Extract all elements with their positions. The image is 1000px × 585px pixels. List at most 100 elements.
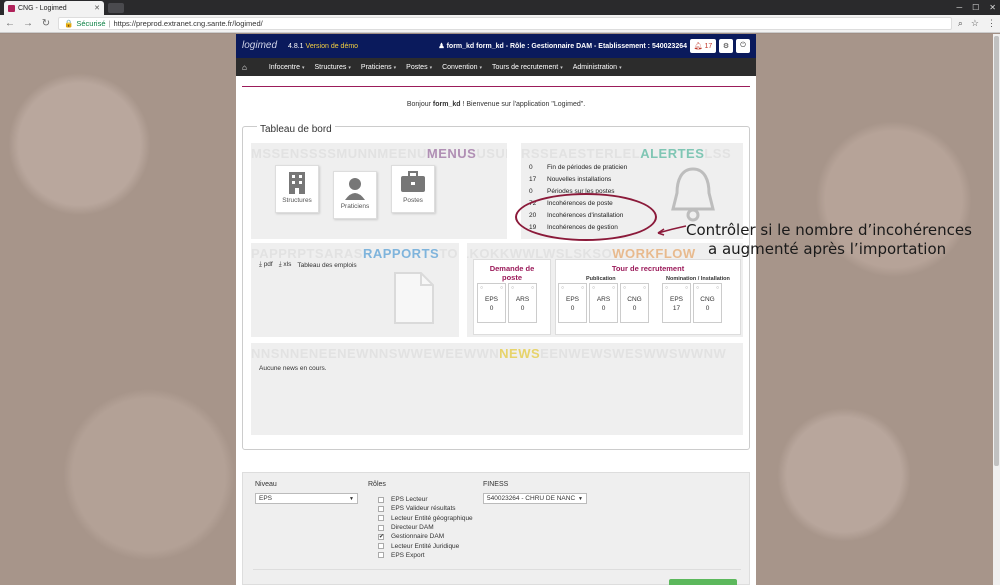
main-menu: ⌂ Infocentre ▾ Structures ▾ Praticiens ▾ Po… bbox=[236, 58, 756, 76]
alerts-button[interactable]: 🔔︎ 17 bbox=[690, 39, 716, 53]
browser-tabbar: CNG - Logimed ✕ ─ ☐ ✕ bbox=[0, 0, 1000, 15]
role-checkbox[interactable]: Directeur DAM bbox=[378, 523, 473, 532]
bookmark-star-icon[interactable]: ☆ bbox=[971, 18, 979, 29]
chevron-down-icon: ▼ bbox=[578, 495, 583, 502]
close-window-icon[interactable]: ✕ bbox=[989, 3, 996, 12]
dashboard-title: Tableau de bord bbox=[257, 124, 335, 135]
back-icon[interactable]: ← bbox=[4, 18, 16, 29]
counter-publication-cng[interactable]: ○ ○ CNG 0 bbox=[620, 283, 649, 323]
url-input[interactable]: 🔒 Sécurisé | https://preprod.extranet.cn… bbox=[58, 17, 952, 30]
annotation-text: Contrôler si le nombre d’incohérences a … bbox=[686, 221, 972, 258]
welcome-user: form_kd bbox=[432, 101, 461, 108]
download-icon: ⤓ bbox=[259, 261, 262, 268]
profile-filter-panel: Niveau EPS ▼ Rôles EPS Lecteur EPS Valide… bbox=[242, 472, 750, 585]
browser-tab[interactable]: CNG - Logimed ✕ bbox=[4, 1, 104, 15]
finess-label: FINESS bbox=[483, 481, 509, 488]
tab-title: CNG - Logimed bbox=[18, 4, 67, 12]
pdf-download[interactable]: ⤓ pdf bbox=[259, 261, 273, 269]
checkbox bbox=[378, 552, 384, 559]
counter-demande-eps[interactable]: ○ ○ EPS 0 bbox=[477, 283, 506, 323]
alert-row[interactable]: 17 Nouvelles installations bbox=[529, 173, 627, 185]
news-heading: NEWS bbox=[499, 346, 541, 361]
secure-label: Sécurisé bbox=[76, 19, 106, 28]
role-checkbox[interactable]: EPS Export bbox=[378, 551, 473, 560]
welcome-message: Bonjour form_kd ! Bienvenue sur l'applic… bbox=[406, 101, 586, 108]
menu-convention[interactable]: Convention ▾ bbox=[442, 64, 482, 71]
role-checkbox[interactable]: ✔ Gestionnaire DAM bbox=[378, 532, 473, 541]
rapports-watermark: PAPPRPTSARASRAPPORTSTO bbox=[251, 246, 459, 261]
divider bbox=[253, 569, 741, 570]
report-row: ⤓ pdf ⤓ xls Tableau des emplois bbox=[259, 261, 357, 269]
chevron-down-icon: ▼ bbox=[349, 495, 354, 502]
alert-row[interactable]: 0 Fin de périodes de praticien bbox=[529, 161, 627, 173]
news-section: NNSNNENEENEWNNSWWEWEEWWNNEWSEENWEWSWESWW… bbox=[251, 343, 743, 435]
publication-label: Publication bbox=[586, 276, 616, 282]
checkbox bbox=[378, 505, 384, 512]
checkbox bbox=[378, 524, 384, 531]
forward-icon[interactable]: → bbox=[22, 18, 34, 29]
counter-nomination-eps[interactable]: ○ ○ EPS 17 bbox=[662, 283, 691, 323]
role-checkbox[interactable]: EPS Lecteur bbox=[378, 495, 473, 504]
new-tab-button[interactable] bbox=[108, 3, 124, 13]
app-header: logimed 4.8.1 Version de démo ♟ form_kd … bbox=[236, 34, 756, 58]
menu-praticiens[interactable]: Praticiens ▾ bbox=[361, 64, 396, 71]
document-icon bbox=[394, 272, 434, 324]
tour-recrutement-title: Tour de recrutement bbox=[611, 264, 685, 273]
close-tab-icon[interactable]: ✕ bbox=[94, 4, 100, 12]
menu-postes[interactable]: Postes ▾ bbox=[406, 64, 432, 71]
favicon-icon bbox=[8, 4, 15, 12]
url-separator: | bbox=[108, 19, 111, 28]
apply-button[interactable] bbox=[669, 579, 737, 585]
roles-label: Rôles bbox=[368, 481, 386, 488]
xls-download[interactable]: ⤓ xls bbox=[279, 261, 292, 269]
role-checkbox[interactable]: Lecteur Entité géographique bbox=[378, 514, 473, 523]
alerts-count: 17 bbox=[704, 42, 713, 50]
zoom-icon[interactable]: ⌕ bbox=[958, 18, 963, 29]
menu-structures[interactable]: Structures ▾ bbox=[315, 64, 351, 71]
role-checkbox[interactable]: EPS Valideur résultats bbox=[378, 504, 473, 513]
counter-demande-ars[interactable]: ○ ○ ARS 0 bbox=[508, 283, 537, 323]
checkbox-checked: ✔ bbox=[378, 533, 385, 540]
bell-icon bbox=[671, 167, 715, 222]
browser-menu-icon[interactable]: ⋮ bbox=[987, 18, 996, 29]
user-icon: ♟ bbox=[438, 43, 447, 50]
menu-administration[interactable]: Administration ▾ bbox=[573, 64, 622, 71]
gear-icon: ⚙ bbox=[722, 43, 730, 50]
logout-button[interactable]: ⏻ bbox=[736, 39, 750, 53]
user-icon bbox=[345, 178, 365, 200]
address-bar: ← → ↻ 🔒 Sécurisé | https://preprod.extra… bbox=[0, 15, 1000, 33]
checkbox bbox=[378, 515, 384, 522]
scrollbar-thumb[interactable] bbox=[994, 36, 999, 466]
version-number: 4.8.1 bbox=[288, 42, 304, 50]
menu-tours-recrutement[interactable]: Tours de recrutement ▾ bbox=[492, 64, 563, 71]
home-icon[interactable]: ⌂ bbox=[242, 63, 247, 72]
dashboard-panel: Tableau de bord MSSENSSSSMUNNMEENUMENUSU… bbox=[242, 124, 750, 450]
bell-icon: 🔔︎ bbox=[693, 43, 703, 50]
settings-button[interactable]: ⚙ bbox=[719, 39, 733, 53]
finess-select[interactable]: 540023264 - CHRU DE NANC ▼ bbox=[483, 493, 587, 504]
niveau-select[interactable]: EPS ▼ bbox=[255, 493, 358, 504]
counter-publication-ars[interactable]: ○ ○ ARS 0 bbox=[589, 283, 618, 323]
menu-infocentre[interactable]: Infocentre ▾ bbox=[269, 64, 305, 71]
tile-structures[interactable]: Structures bbox=[275, 165, 319, 213]
role-checkbox[interactable]: Lecteur Entité Juridique bbox=[378, 541, 473, 550]
roles-list: EPS Lecteur EPS Valideur résultats Lecte… bbox=[378, 495, 473, 560]
tile-postes[interactable]: Postes bbox=[391, 165, 435, 213]
minimize-icon[interactable]: ─ bbox=[956, 3, 962, 12]
demo-label: Version de démo bbox=[305, 42, 359, 50]
maximize-icon[interactable]: ☐ bbox=[972, 3, 979, 12]
divider bbox=[242, 86, 750, 87]
rapports-section: PAPPRPTSARASRAPPORTSTO ⤓ pdf ⤓ xls Table… bbox=[251, 243, 459, 337]
version-info: 4.8.1 Version de démo bbox=[288, 43, 358, 50]
menus-heading: MENUS bbox=[426, 146, 477, 161]
checkbox bbox=[378, 496, 384, 503]
tile-praticiens[interactable]: Praticiens bbox=[333, 171, 377, 219]
reload-icon[interactable]: ↻ bbox=[40, 18, 52, 29]
alertes-heading: ALERTES bbox=[640, 146, 705, 161]
counter-nomination-cng[interactable]: ○ ○ CNG 0 bbox=[693, 283, 722, 323]
rapports-heading: RAPPORTS bbox=[362, 246, 440, 261]
niveau-label: Niveau bbox=[255, 481, 277, 488]
counter-publication-eps[interactable]: ○ ○ EPS 0 bbox=[558, 283, 587, 323]
nomination-label: Nomination / Installation bbox=[666, 276, 730, 282]
logimed-logo[interactable]: logimed bbox=[242, 41, 284, 51]
